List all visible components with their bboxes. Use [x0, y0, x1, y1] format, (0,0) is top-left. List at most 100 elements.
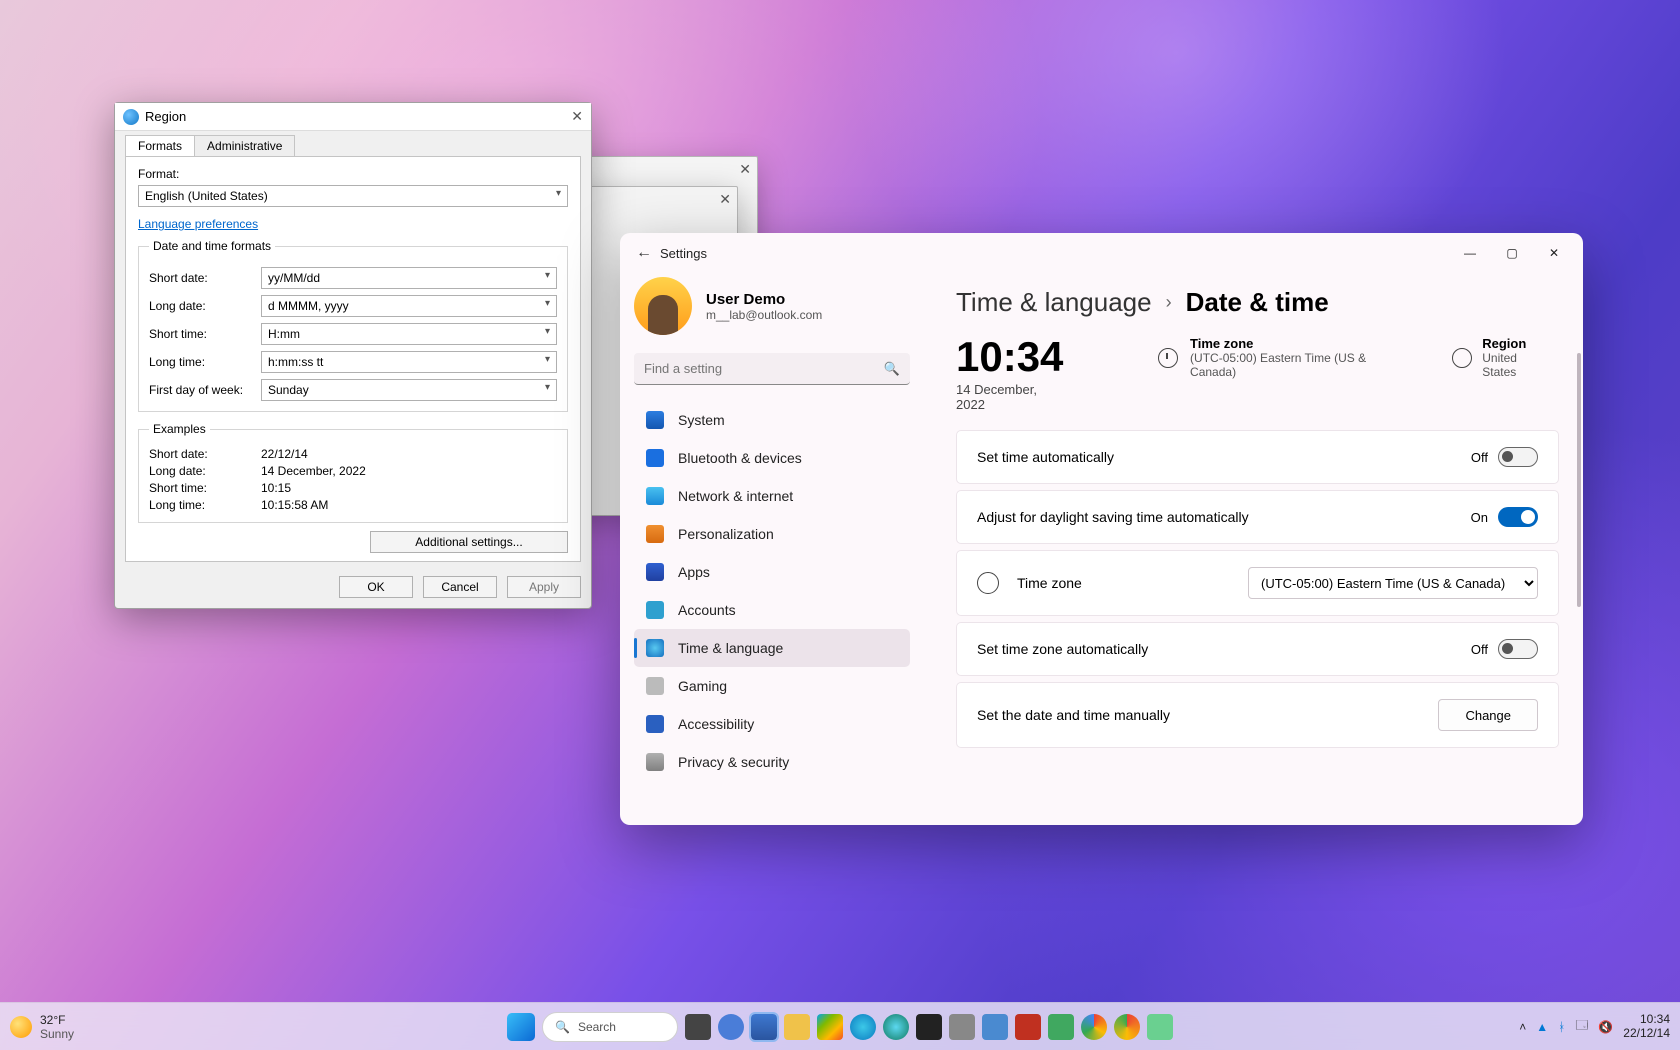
- edge-icon[interactable]: [850, 1014, 876, 1040]
- first-day-select[interactable]: Sunday: [261, 379, 557, 401]
- toggle-state: Off: [1471, 642, 1488, 657]
- terminal-icon[interactable]: [916, 1014, 942, 1040]
- ok-button[interactable]: OK: [339, 576, 413, 598]
- scrollbar-thumb[interactable]: [1577, 353, 1581, 607]
- app-icon[interactable]: [982, 1014, 1008, 1040]
- sidebar-item-privacy[interactable]: Privacy & security: [634, 743, 910, 781]
- current-date: 14 December, 2022: [956, 382, 1068, 412]
- minimize-button[interactable]: ―: [1449, 237, 1491, 269]
- short-date-select[interactable]: yy/MM/dd: [261, 267, 557, 289]
- breadcrumb-parent[interactable]: Time & language: [956, 287, 1152, 318]
- scrollbar[interactable]: [1577, 353, 1581, 815]
- search-label: Search: [578, 1020, 616, 1034]
- card-manual-time: Set the date and time manually Change: [956, 682, 1559, 748]
- page-title: Date & time: [1186, 287, 1329, 318]
- avatar[interactable]: [634, 277, 692, 335]
- sidebar-label: Gaming: [678, 678, 727, 694]
- dst-toggle[interactable]: [1498, 507, 1538, 527]
- taskbar: 32°F Sunny 🔍 Search ˄ ▲ ᚼ 🗔 🔇 10:34 22/12…: [0, 1002, 1680, 1050]
- app-icon[interactable]: [1147, 1014, 1173, 1040]
- long-date-select[interactable]: d MMMM, yyyy: [261, 295, 557, 317]
- auto-time-toggle[interactable]: [1498, 447, 1538, 467]
- explorer-icon[interactable]: [784, 1014, 810, 1040]
- back-button[interactable]: ←: [628, 244, 660, 262]
- chat-icon[interactable]: [718, 1014, 744, 1040]
- close-icon[interactable]: ✕: [739, 161, 751, 178]
- chrome-icon[interactable]: [1081, 1014, 1107, 1040]
- ex-short-time-label: Short time:: [149, 481, 261, 495]
- sidebar-item-time-language[interactable]: Time & language: [634, 629, 910, 667]
- person-icon: [646, 601, 664, 619]
- chevron-right-icon: ›: [1166, 292, 1172, 313]
- sidebar-item-apps[interactable]: Apps: [634, 553, 910, 591]
- sidebar-item-bluetooth[interactable]: Bluetooth & devices: [634, 439, 910, 477]
- start-button[interactable]: [507, 1013, 535, 1041]
- globe-clock-icon: [646, 639, 664, 657]
- system-icon: [646, 411, 664, 429]
- gamepad-icon: [646, 677, 664, 695]
- sidebar-label: System: [678, 412, 725, 428]
- cancel-button[interactable]: Cancel: [423, 576, 497, 598]
- long-time-select[interactable]: h:mm:ss tt: [261, 351, 557, 373]
- search-input[interactable]: [634, 353, 910, 385]
- accessibility-icon: [646, 715, 664, 733]
- ex-short-date-value: 22/12/14: [261, 447, 308, 461]
- timezone-select[interactable]: (UTC-05:00) Eastern Time (US & Canada): [1248, 567, 1538, 599]
- app-icon[interactable]: [1048, 1014, 1074, 1040]
- edge-dev-icon[interactable]: [883, 1014, 909, 1040]
- store-icon[interactable]: [817, 1014, 843, 1040]
- close-button[interactable]: ✕: [1533, 237, 1575, 269]
- region-titlebar[interactable]: Region ✕: [115, 103, 591, 131]
- chrome-canary-icon[interactable]: [1114, 1014, 1140, 1040]
- sidebar-item-accounts[interactable]: Accounts: [634, 591, 910, 629]
- tab-administrative[interactable]: Administrative: [194, 135, 295, 157]
- taskbar-clock[interactable]: 10:34 22/12/14: [1623, 1013, 1670, 1041]
- sidebar-item-system[interactable]: System: [634, 401, 910, 439]
- sidebar-item-network[interactable]: Network & internet: [634, 477, 910, 515]
- sidebar-item-personalization[interactable]: Personalization: [634, 515, 910, 553]
- region-title: Region: [145, 109, 186, 124]
- search-icon: 🔍: [555, 1020, 570, 1034]
- app-icon[interactable]: [1015, 1014, 1041, 1040]
- search-icon[interactable]: 🔍: [884, 361, 900, 377]
- ex-long-date-label: Long date:: [149, 464, 261, 478]
- settings-icon[interactable]: [751, 1014, 777, 1040]
- volume-mute-icon[interactable]: 🔇: [1598, 1020, 1613, 1034]
- bluetooth-icon[interactable]: ᚼ: [1558, 1020, 1565, 1034]
- close-icon[interactable]: ✕: [719, 191, 731, 208]
- brush-icon: [646, 525, 664, 543]
- sidebar-label: Privacy & security: [678, 754, 789, 770]
- language-preferences-link[interactable]: Language preferences: [138, 217, 258, 231]
- weather-cond: Sunny: [40, 1027, 74, 1041]
- weather-widget[interactable]: 32°F Sunny: [10, 1013, 74, 1041]
- globe-icon: [1452, 348, 1472, 368]
- maximize-button[interactable]: ▢: [1491, 237, 1533, 269]
- onedrive-icon[interactable]: ▲: [1536, 1020, 1548, 1034]
- ex-long-time-value: 10:15:58 AM: [261, 498, 328, 512]
- sidebar-item-accessibility[interactable]: Accessibility: [634, 705, 910, 743]
- auto-tz-toggle[interactable]: [1498, 639, 1538, 659]
- change-button[interactable]: Change: [1438, 699, 1538, 731]
- region-label: Region: [1482, 336, 1553, 351]
- app-icon[interactable]: [949, 1014, 975, 1040]
- long-date-label: Long date:: [149, 299, 261, 313]
- ex-long-date-value: 14 December, 2022: [261, 464, 366, 478]
- taskview-icon[interactable]: [685, 1014, 711, 1040]
- current-time: 10:34: [956, 336, 1068, 378]
- bluetooth-icon: [646, 449, 664, 467]
- taskbar-search[interactable]: 🔍 Search: [542, 1012, 678, 1042]
- user-email: m__lab@outlook.com: [706, 308, 822, 322]
- apply-button[interactable]: Apply: [507, 576, 581, 598]
- first-day-label: First day of week:: [149, 383, 261, 397]
- short-time-select[interactable]: H:mm: [261, 323, 557, 345]
- format-select[interactable]: English (United States): [138, 185, 568, 207]
- sidebar-item-gaming[interactable]: Gaming: [634, 667, 910, 705]
- close-icon[interactable]: ✕: [571, 108, 583, 125]
- settings-window: ← Settings ― ▢ ✕ User Demo m__lab@outloo…: [620, 233, 1583, 825]
- chevron-up-icon[interactable]: ˄: [1519, 1020, 1526, 1034]
- auto-tz-label: Set time zone automatically: [977, 641, 1148, 657]
- window-title: Settings: [660, 246, 707, 261]
- tab-formats[interactable]: Formats: [125, 135, 195, 157]
- additional-settings-button[interactable]: Additional settings...: [370, 531, 568, 553]
- battery-icon[interactable]: 🗔: [1575, 1016, 1588, 1037]
